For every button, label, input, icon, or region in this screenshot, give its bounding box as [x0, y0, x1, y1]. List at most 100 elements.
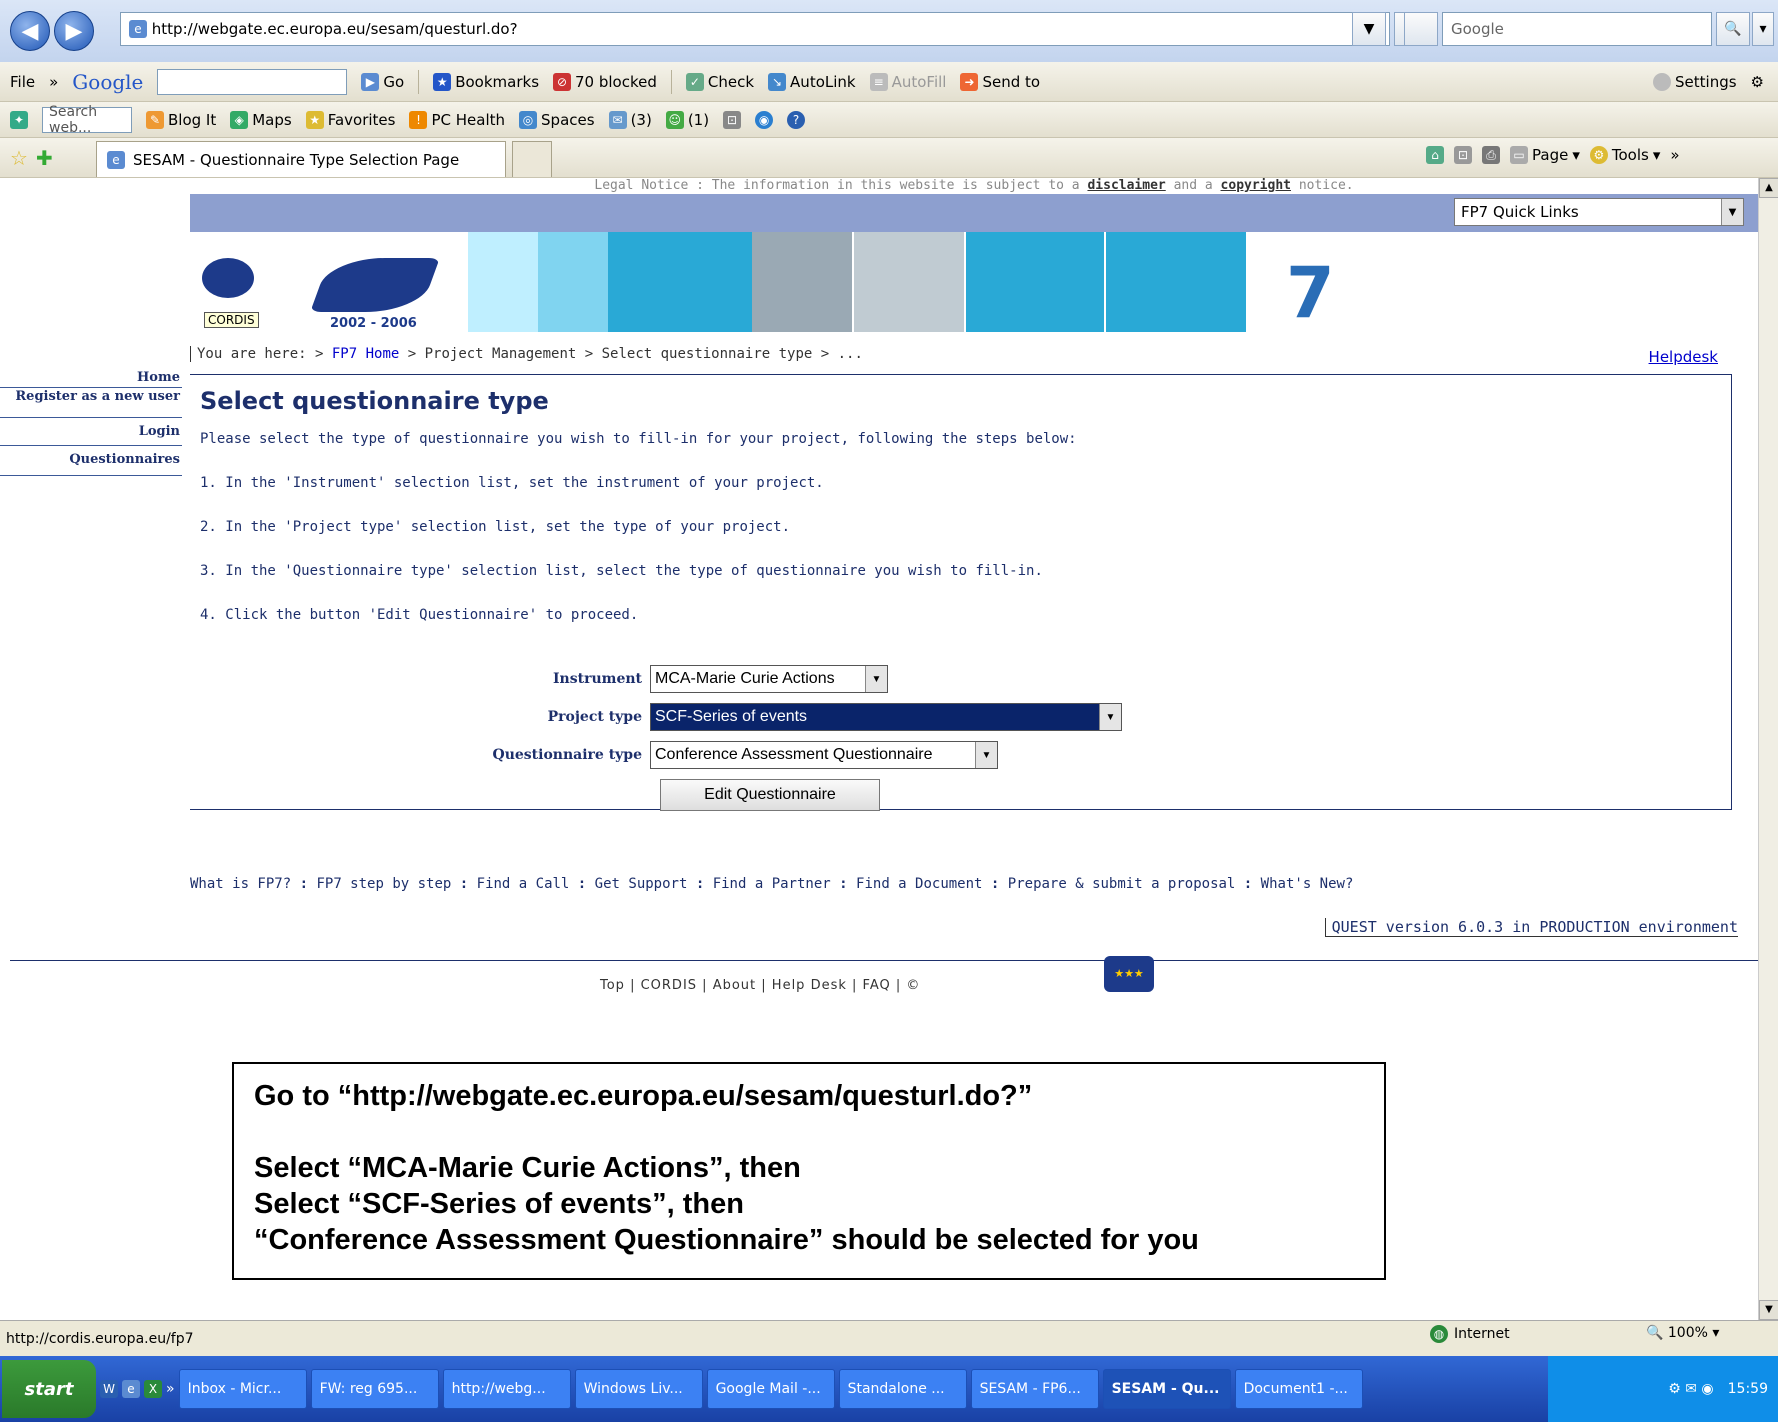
msn-today-icon[interactable]: ◉	[755, 110, 774, 129]
messenger-button[interactable]: ☺ (1)	[665, 110, 709, 129]
add-favorites-icon[interactable]: ✚	[36, 146, 53, 170]
banner: CORDIS 2002 - 2006 7 2007 - 2013	[190, 232, 1758, 341]
back-button[interactable]: ◀	[10, 11, 50, 51]
banner-stripe	[966, 232, 1104, 332]
favorites-star-icon[interactable]: ☆	[10, 146, 28, 170]
help-icon[interactable]: ?	[787, 110, 806, 129]
mail-icon: ✉	[608, 110, 627, 129]
helpdesk-link[interactable]: Helpdesk	[1649, 348, 1718, 366]
quicklaunch-more-icon[interactable]: »	[166, 1381, 175, 1397]
autofill-button[interactable]: ≡ AutoFill	[869, 72, 946, 91]
new-tab-button[interactable]	[512, 141, 552, 177]
blogit-button[interactable]: ✎ Blog It	[146, 110, 216, 129]
bottom-nav-top[interactable]: Top	[600, 978, 625, 993]
bottom-nav-faq[interactable]: FAQ	[863, 978, 891, 993]
go-button[interactable]: ▶ Go	[361, 72, 404, 91]
sidebar-item-register[interactable]: Register as a new user	[0, 388, 182, 418]
footer-link-whats-new[interactable]: What's New?	[1261, 876, 1354, 892]
search-icon[interactable]: 🔍	[1716, 12, 1750, 46]
taskbar-item[interactable]: Google Mail -...	[706, 1369, 835, 1409]
maps-button[interactable]: ◈ Maps	[230, 110, 292, 129]
quick-links-select[interactable]: FP7 Quick Links ▼	[1454, 198, 1744, 226]
bookmarks-menu[interactable]: ★ Bookmarks	[433, 72, 539, 91]
ie-quicklaunch-icon[interactable]: e	[122, 1380, 140, 1398]
footer-link-find-partner[interactable]: Find a Partner	[713, 876, 831, 892]
popup-blocker[interactable]: ⊘ 70 blocked	[553, 72, 657, 91]
autolink-button[interactable]: ↘ AutoLink	[768, 72, 856, 91]
chevron-icon[interactable]: »	[49, 73, 58, 91]
taskbar-item[interactable]: Inbox - Micr...	[178, 1369, 307, 1409]
favorites-button[interactable]: ★ Favorites	[305, 110, 395, 129]
settings-menu[interactable]: Settings	[1653, 72, 1737, 91]
web-search-input[interactable]: Search web...	[42, 104, 132, 136]
edit-questionnaire-button[interactable]: Edit Questionnaire	[660, 779, 880, 811]
fp7-years: 2007 - 2013	[1262, 326, 1342, 341]
search-input[interactable]: Google	[1442, 12, 1712, 46]
spaces-button[interactable]: ◎ Spaces	[519, 110, 595, 129]
bottom-nav-cordis[interactable]: CORDIS	[641, 978, 697, 993]
disclaimer-link[interactable]: disclaimer	[1087, 178, 1165, 193]
copyright-link[interactable]: copyright	[1221, 178, 1291, 193]
home-icon[interactable]: ⌂	[1426, 146, 1444, 164]
stop-icon[interactable]	[1404, 12, 1438, 46]
msn-icon[interactable]: ✦	[10, 110, 28, 129]
footer-link-what-is-fp7[interactable]: What is FP7?	[190, 876, 291, 892]
print-icon[interactable]: ⎙	[1482, 146, 1500, 164]
taskbar-item[interactable]: SESAM - FP6...	[970, 1369, 1099, 1409]
word-quicklaunch-icon[interactable]: W	[100, 1380, 118, 1398]
project-type-select[interactable]: SCF-Series of events ▼	[650, 703, 1122, 731]
pchealth-button[interactable]: ! PC Health	[409, 110, 505, 129]
questionnaire-type-select[interactable]: Conference Assessment Questionnaire ▼	[650, 741, 998, 769]
mail-button[interactable]: ✉ (3)	[608, 110, 652, 129]
file-menu[interactable]: File	[10, 73, 35, 91]
url-dropdown-icon[interactable]: ▼	[1352, 12, 1386, 46]
spellcheck-button[interactable]: ✓ Check	[685, 72, 754, 91]
taskbar-item[interactable]: Standalone ...	[838, 1369, 967, 1409]
taskbar-item[interactable]: FW: reg 695...	[310, 1369, 439, 1409]
zoom-control[interactable]: 🔍 100% ▾	[1646, 1325, 1719, 1341]
command-bar: ⌂ ⊡ ⎙ ▭ Page ▾ ⚙ Tools ▾ »	[1426, 146, 1680, 164]
feed-icon[interactable]: ⊡	[723, 110, 742, 129]
tray-icons[interactable]: ⚙ ✉ ◉	[1668, 1381, 1713, 1397]
fp7-logo: 7	[1286, 252, 1335, 334]
cordis-logo[interactable]	[202, 258, 254, 298]
taskbar: start W e X » Inbox - Micr... FW: reg 69…	[0, 1356, 1778, 1422]
questionnaire-type-row: Questionnaire type Conference Assessment…	[190, 741, 998, 769]
breadcrumb-fp7-home-link[interactable]: FP7 Home	[332, 346, 399, 362]
page-menu[interactable]: ▭ Page ▾	[1510, 146, 1580, 164]
tools-menu[interactable]: ⚙ Tools ▾	[1589, 146, 1660, 164]
vertical-scrollbar[interactable]: ▲ ▼	[1758, 178, 1778, 1320]
footer-link-get-support[interactable]: Get Support	[595, 876, 688, 892]
extension-icon[interactable]: ⚙	[1751, 73, 1764, 91]
bottom-nav-helpdesk[interactable]: Help Desk	[772, 978, 847, 993]
bottom-nav-copyright[interactable]: ©	[906, 978, 920, 993]
banner-stripe	[468, 232, 538, 332]
footer-link-find-call[interactable]: Find a Call	[477, 876, 570, 892]
taskbar-item[interactable]: Windows Liv...	[574, 1369, 703, 1409]
sidebar-item-home[interactable]: Home	[0, 354, 182, 388]
footer-link-find-document[interactable]: Find a Document	[856, 876, 982, 892]
taskbar-item[interactable]: Document1 -...	[1234, 1369, 1363, 1409]
scroll-up-icon[interactable]: ▲	[1759, 178, 1778, 198]
tab-sesam[interactable]: e SESAM - Questionnaire Type Selection P…	[96, 141, 506, 177]
scroll-down-icon[interactable]: ▼	[1759, 1300, 1778, 1320]
more-chevron-icon[interactable]: »	[1670, 146, 1679, 164]
taskbar-item-active[interactable]: SESAM - Qu...	[1102, 1369, 1231, 1409]
status-url: http://cordis.europa.eu/fp7	[6, 1330, 194, 1347]
start-button[interactable]: start	[2, 1360, 96, 1418]
footer-link-step-by-step[interactable]: FP7 step by step	[316, 876, 451, 892]
feeds-icon[interactable]: ⊡	[1454, 146, 1472, 164]
google-toolbar-search[interactable]	[157, 68, 348, 95]
bottom-nav-about[interactable]: About	[713, 978, 756, 993]
taskbar-item[interactable]: http://webg...	[442, 1369, 571, 1409]
footer-link-prepare-submit[interactable]: Prepare & submit a proposal	[1008, 876, 1236, 892]
forward-button[interactable]: ▶	[54, 11, 94, 51]
go-icon: ▶	[361, 72, 380, 91]
search-options-icon[interactable]: ▾	[1752, 12, 1774, 46]
sidebar-item-login[interactable]: Login	[0, 418, 182, 446]
excel-quicklaunch-icon[interactable]: X	[144, 1380, 162, 1398]
url-input[interactable]: e http://webgate.ec.europa.eu/sesam/ques…	[120, 12, 1390, 46]
instrument-select[interactable]: MCA-Marie Curie Actions ▼	[650, 665, 888, 693]
sendto-button[interactable]: ➜ Send to	[960, 72, 1040, 91]
sidebar-item-questionnaires[interactable]: Questionnaires	[0, 446, 182, 476]
